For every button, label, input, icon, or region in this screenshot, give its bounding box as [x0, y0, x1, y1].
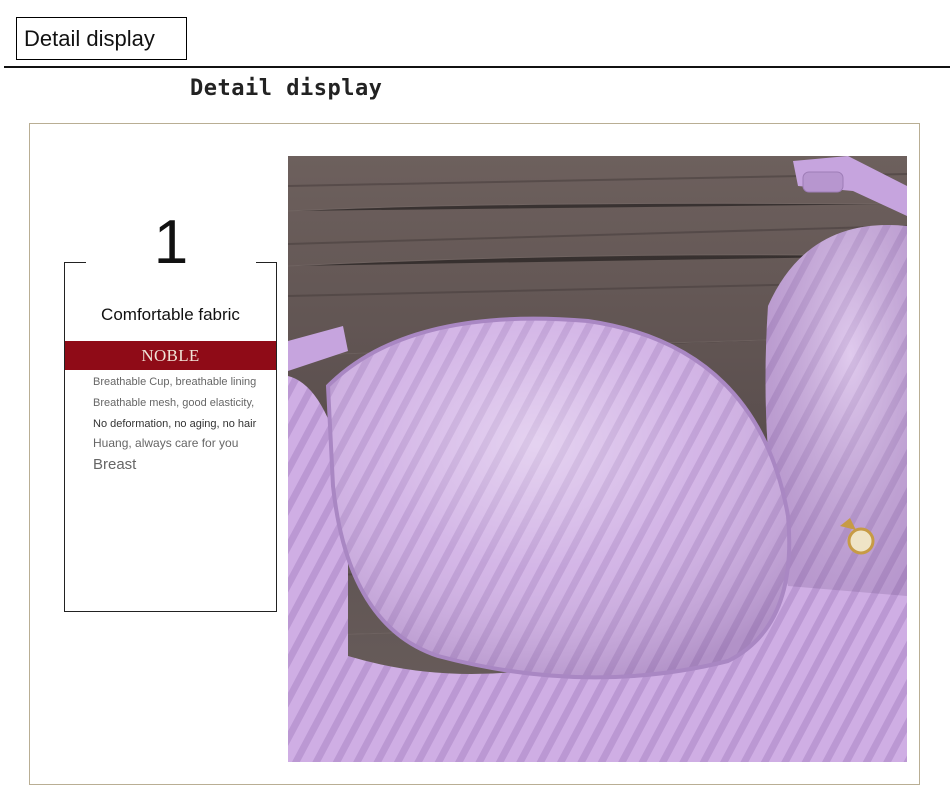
feature-line: Breast — [93, 456, 137, 473]
feature-line: Huang, always care for you — [93, 436, 239, 450]
product-photo-icon — [288, 156, 907, 762]
product-photo — [288, 156, 907, 762]
header-divider — [4, 66, 950, 68]
detail-display-tab[interactable]: Detail display — [16, 17, 187, 60]
noble-badge: NOBLE — [65, 341, 276, 370]
section-heading: Detail display — [190, 76, 383, 101]
feature-title: Comfortable fabric — [101, 305, 240, 324]
feature-line: Breathable mesh, good elasticity, — [93, 397, 255, 409]
feature-number: 1 — [86, 208, 256, 278]
feature-line: Breathable Cup, breathable lining — [93, 376, 257, 388]
tab-label: Detail display — [24, 25, 155, 51]
feature-line: No deformation, no aging, no hair — [93, 418, 257, 430]
